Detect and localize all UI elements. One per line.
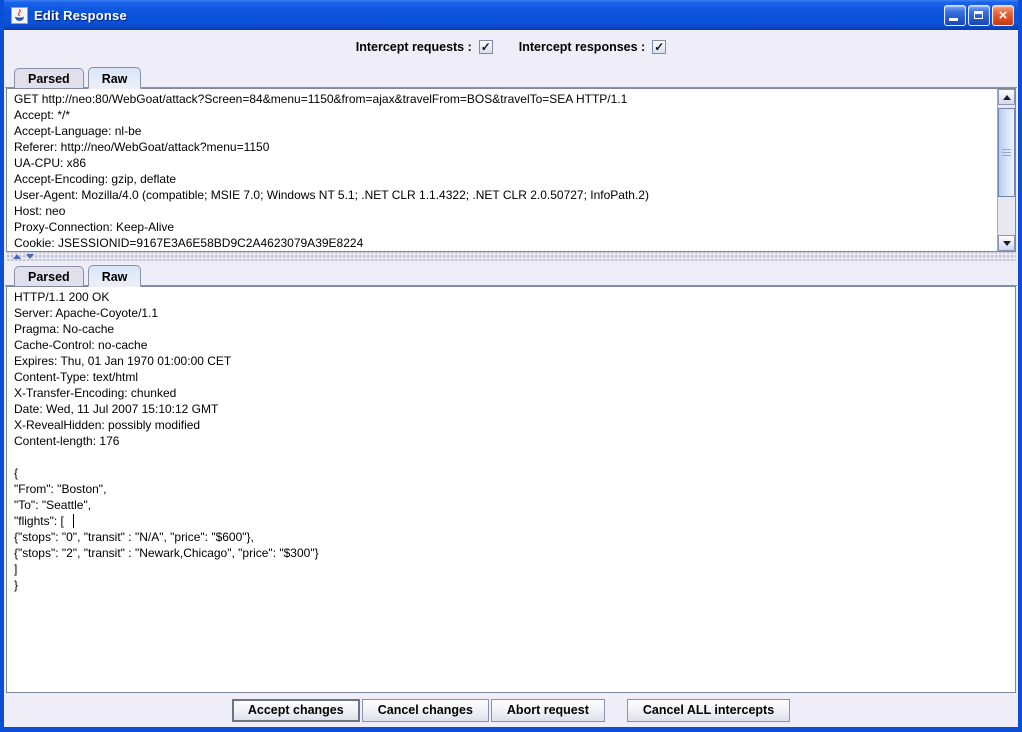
response-line: Date: Wed, 11 Jul 2007 15:10:12 GMT (14, 401, 1015, 417)
intercept-requests-checkbox[interactable]: ✓ (479, 40, 493, 54)
response-tab-parsed[interactable]: Parsed (14, 266, 84, 286)
response-line: {"stops": "0", "transit" : "N/A", "price… (14, 529, 1015, 545)
request-tabs: Parsed Raw (5, 63, 1017, 88)
collapse-down-icon[interactable] (26, 254, 34, 259)
intercept-bar: Intercept requests : ✓ Intercept respons… (5, 30, 1017, 63)
response-text-area[interactable]: HTTP/1.1 200 OK Server: Apache-Coyote/1.… (6, 286, 1016, 693)
arrow-up-icon (1003, 95, 1011, 100)
response-line: "flights": [ (14, 513, 1015, 529)
response-line: X-Transfer-Encoding: chunked (14, 385, 1015, 401)
response-line: Content-length: 176 (14, 433, 1015, 449)
scrollbar-grip-icon (1002, 149, 1011, 157)
titlebar[interactable]: Edit Response × (4, 0, 1018, 30)
intercept-responses-checkbox[interactable]: ✓ (652, 40, 666, 54)
response-line: Server: Apache-Coyote/1.1 (14, 305, 1015, 321)
request-line: Cookie: JSESSIONID=9167E3A6E58BD9C2A4623… (14, 235, 1015, 251)
request-line: Referer: http://neo/WebGoat/attack?menu=… (14, 139, 1015, 155)
response-line: {"stops": "2", "transit" : "Newark,Chica… (14, 545, 1015, 561)
intercept-requests-label: Intercept requests : (356, 40, 472, 54)
window-title: Edit Response (34, 8, 942, 23)
response-line: "From": "Boston", (14, 481, 1015, 497)
scroll-down-button[interactable] (998, 235, 1015, 251)
maximize-icon (974, 11, 983, 19)
intercept-responses-group: Intercept responses : ✓ (519, 40, 666, 54)
response-line (14, 449, 1015, 465)
intercept-requests-group: Intercept requests : ✓ (356, 40, 493, 54)
request-line: User-Agent: Mozilla/4.0 (compatible; MSI… (14, 187, 1015, 203)
response-tab-raw[interactable]: Raw (88, 265, 142, 287)
response-line: "To": "Seattle", (14, 497, 1015, 513)
request-text-area[interactable]: GET http://neo:80/WebGoat/attack?Screen=… (6, 88, 1016, 252)
request-line: Proxy-Connection: Keep-Alive (14, 219, 1015, 235)
abort-request-button[interactable]: Abort request (491, 699, 605, 722)
request-line: Accept-Language: nl-be (14, 123, 1015, 139)
response-line: Pragma: No-cache (14, 321, 1015, 337)
request-scrollbar[interactable] (997, 89, 1015, 251)
response-line: Expires: Thu, 01 Jan 1970 01:00:00 CET (14, 353, 1015, 369)
close-button[interactable]: × (992, 5, 1014, 26)
response-line: } (14, 577, 1015, 593)
java-app-icon (11, 7, 28, 24)
minimize-button[interactable] (944, 5, 966, 26)
request-line: Accept-Encoding: gzip, deflate (14, 171, 1015, 187)
response-line: Cache-Control: no-cache (14, 337, 1015, 353)
response-tabs: Parsed Raw (5, 261, 1017, 286)
intercept-responses-label: Intercept responses : (519, 40, 645, 54)
accept-changes-button[interactable]: Accept changes (232, 699, 360, 722)
response-line: HTTP/1.1 200 OK (14, 289, 1015, 305)
close-icon: × (993, 6, 1013, 24)
scrollbar-thumb[interactable] (998, 108, 1015, 197)
request-tab-raw[interactable]: Raw (88, 67, 142, 89)
minimize-icon (949, 18, 958, 21)
edit-response-window: Edit Response × Intercept requests : ✓ I… (0, 0, 1022, 732)
split-divider[interactable] (6, 252, 1016, 261)
response-line: X-RevealHidden: possibly modified (14, 417, 1015, 433)
request-line: UA-CPU: x86 (14, 155, 1015, 171)
response-line: ] (14, 561, 1015, 577)
collapse-up-icon[interactable] (13, 254, 21, 259)
cancel-changes-button[interactable]: Cancel changes (362, 699, 489, 722)
window-content: Intercept requests : ✓ Intercept respons… (4, 30, 1018, 727)
request-line: Accept: */* (14, 107, 1015, 123)
request-text: GET http://neo:80/WebGoat/attack?Screen=… (7, 89, 1015, 251)
footer-button-bar: Accept changes Cancel changes Abort requ… (5, 693, 1017, 727)
text-caret (73, 514, 74, 528)
request-line: GET http://neo:80/WebGoat/attack?Screen=… (14, 91, 1015, 107)
response-line: Content-Type: text/html (14, 369, 1015, 385)
response-line: { (14, 465, 1015, 481)
response-text: HTTP/1.1 200 OK Server: Apache-Coyote/1.… (7, 287, 1015, 593)
request-tab-parsed[interactable]: Parsed (14, 68, 84, 88)
cancel-all-intercepts-button[interactable]: Cancel ALL intercepts (627, 699, 790, 722)
scroll-up-button[interactable] (998, 89, 1015, 105)
request-line: Host: neo (14, 203, 1015, 219)
maximize-button[interactable] (968, 5, 990, 26)
arrow-down-icon (1003, 241, 1011, 246)
